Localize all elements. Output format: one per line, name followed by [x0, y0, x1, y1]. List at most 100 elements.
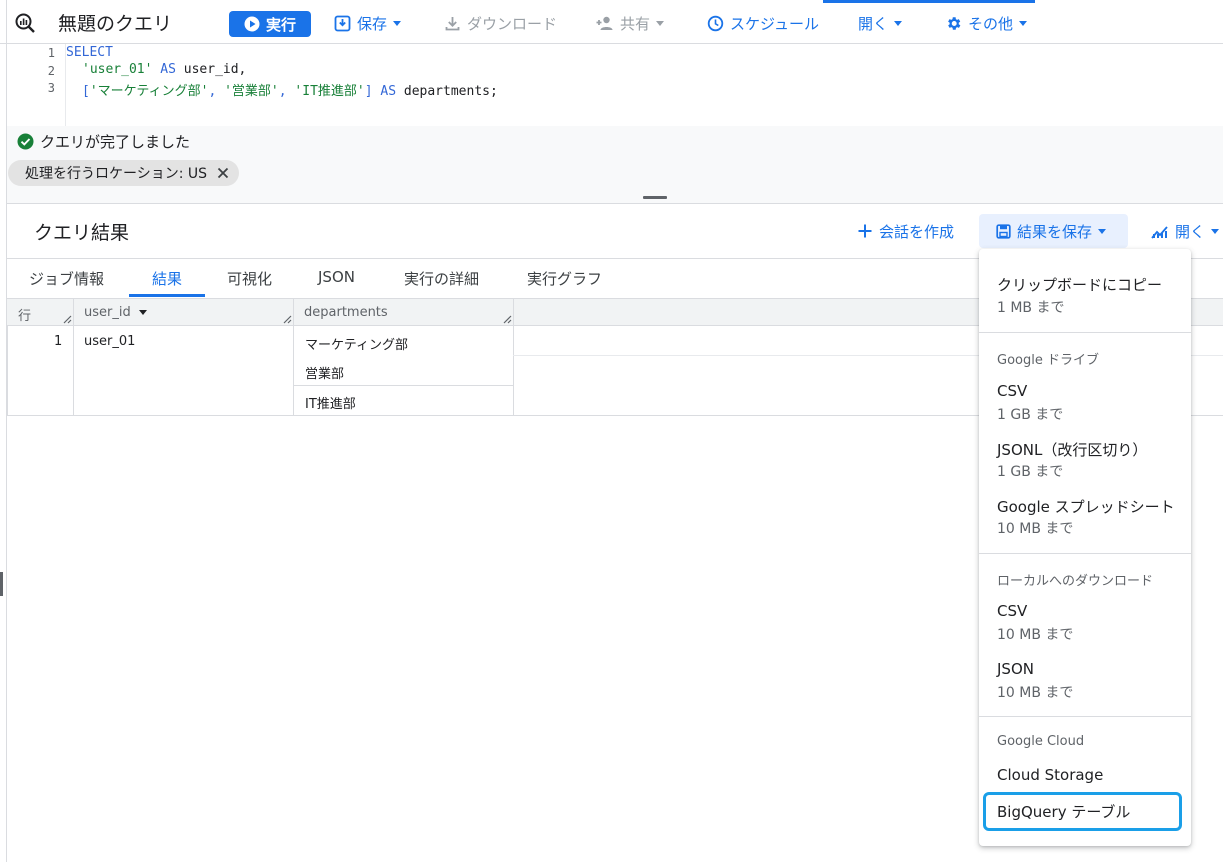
cell-divider: [293, 385, 513, 386]
line-number: 3: [47, 81, 55, 95]
chevron-down-icon: [1098, 228, 1107, 234]
download-button[interactable]: ダウンロード: [444, 11, 557, 35]
menu-item-limit: 1 MB まで: [997, 300, 1065, 316]
chevron-down-icon: [656, 20, 665, 26]
open-results-button[interactable]: 開く: [1151, 219, 1220, 243]
menu-item-label: JSONL（改行区切り）: [997, 441, 1148, 459]
code-string: 'IT推進部': [294, 84, 365, 99]
tab-execution-graph[interactable]: 実行グラフ: [527, 268, 602, 289]
menu-item-label: JSON: [997, 660, 1034, 678]
code-keyword: AS: [160, 62, 176, 77]
chevron-down-icon: [894, 20, 903, 26]
run-label: 実行: [265, 15, 296, 34]
query-status-area: クエリが完了しました 処理を行うロケーション: US: [7, 126, 1223, 204]
save-results-label: 結果を保存: [1017, 222, 1093, 241]
play-icon: [244, 16, 260, 32]
tab-visualization[interactable]: 可視化: [227, 268, 272, 289]
open-results-label: 開く: [1175, 222, 1206, 241]
tab-results[interactable]: 結果: [152, 268, 182, 289]
sql-editor[interactable]: 1 2 3 SELECT 'user_01' AS user_id, ['マーケ…: [7, 44, 1223, 126]
column-divider: [513, 299, 514, 325]
save-button[interactable]: 保存: [334, 11, 402, 35]
chart-icon: [1151, 226, 1168, 239]
schedule-label: スケジュール: [730, 14, 819, 33]
menu-item-label: CSV: [997, 602, 1028, 620]
active-tab-accent: [823, 0, 1035, 3]
code-string: 'マーケティング部': [89, 84, 209, 99]
code-keyword: SELECT: [66, 45, 113, 60]
resize-handle-icon[interactable]: [63, 315, 72, 324]
line-number: 1: [47, 46, 55, 60]
run-button[interactable]: 実行: [229, 11, 311, 37]
menu-section-local: ローカルへのダウンロード: [997, 574, 1154, 589]
code-comma: ,: [208, 84, 217, 99]
plus-icon: [858, 224, 872, 238]
menu-section-drive: Google ドライブ: [997, 353, 1099, 368]
column-header-label: user_id: [84, 305, 131, 320]
open-label: 開く: [858, 14, 889, 33]
save-results-menu: クリップボードにコピー 1 MB まで Google ドライブ CSV 1 GB…: [979, 249, 1191, 846]
create-conversation-button[interactable]: 会話を作成: [857, 219, 954, 243]
code-line: SELECT: [66, 45, 113, 60]
tab-execution-details[interactable]: 実行の詳細: [404, 268, 479, 289]
code-keyword: AS: [380, 84, 397, 99]
person-add-icon: [596, 16, 613, 30]
code-string: '営業部': [224, 84, 279, 99]
code-line: ['マーケティング部', '営業部', 'IT推進部'] AS departme…: [82, 80, 498, 99]
check-circle-icon: [17, 133, 34, 150]
tab-job-info[interactable]: ジョブ情報: [29, 268, 104, 289]
column-header-departments[interactable]: departments: [304, 305, 388, 320]
share-button[interactable]: 共有: [596, 11, 665, 35]
code-identifier: departments;: [403, 84, 498, 99]
save-results-button[interactable]: 結果を保存: [979, 214, 1128, 248]
cell-row-number: 1: [54, 334, 63, 349]
code-bracket: ]: [364, 84, 373, 99]
tab-json[interactable]: JSON: [318, 268, 355, 286]
location-chip[interactable]: 処理を行うロケーション: US: [8, 160, 240, 186]
download-label: ダウンロード: [467, 14, 558, 33]
schedule-button[interactable]: スケジュール: [707, 11, 819, 35]
column-divider: [73, 326, 74, 415]
more-label: その他: [968, 14, 1014, 33]
cell-department[interactable]: IT推進部: [305, 393, 356, 412]
code-identifier: user_id,: [183, 62, 247, 77]
column-header-user-id[interactable]: user_id: [84, 305, 147, 320]
menu-item-label: CSV: [997, 382, 1028, 400]
download-icon: [445, 16, 460, 30]
results-title: クエリ結果: [34, 222, 130, 244]
open-button[interactable]: 開く: [858, 11, 903, 35]
panel-resize-handle[interactable]: [0, 572, 3, 596]
menu-item-cloud-storage[interactable]: Cloud Storage: [997, 766, 1103, 784]
cell-department[interactable]: 営業部: [305, 363, 344, 382]
menu-item-limit: 1 GB まで: [997, 464, 1064, 480]
save-icon: [334, 15, 351, 31]
resize-handle-icon[interactable]: [503, 315, 512, 324]
menu-section-cloud: Google Cloud: [997, 734, 1085, 749]
cell-user-id[interactable]: user_01: [84, 334, 135, 349]
gear-icon: [948, 16, 961, 30]
cell-department[interactable]: マーケティング部: [305, 334, 408, 353]
menu-item-bigquery-table[interactable]: BigQuery テーブル: [997, 801, 1130, 822]
query-title[interactable]: 無題のクエリ: [58, 9, 172, 36]
resize-handle-icon[interactable]: [283, 315, 292, 324]
clock-icon: [707, 15, 724, 31]
code-comma: ,: [278, 84, 287, 99]
code-line: 'user_01' AS user_id,: [82, 62, 246, 77]
menu-item-limit: 10 MB まで: [997, 627, 1074, 643]
save-label: 保存: [357, 14, 388, 33]
line-number: 2: [47, 64, 55, 78]
menu-divider: [979, 716, 1191, 717]
status-message: クエリが完了しました: [40, 133, 191, 151]
location-chip-label: 処理を行うロケーション: US: [25, 166, 208, 182]
more-button[interactable]: その他: [945, 11, 1028, 35]
close-icon[interactable]: [217, 167, 229, 179]
drag-handle[interactable]: [643, 196, 667, 199]
query-status: クエリが完了しました: [17, 131, 190, 152]
table-border: [7, 326, 8, 415]
editor-toolbar: 無題のクエリ 実行 保存 ダウンロード 共有 スケジュール 開く その他: [0, 0, 1223, 44]
query-icon: [14, 12, 36, 38]
menu-divider: [979, 332, 1191, 333]
chevron-down-icon: [1211, 228, 1220, 234]
sort-down-icon[interactable]: [138, 310, 147, 315]
column-header-row: 行: [18, 309, 32, 324]
